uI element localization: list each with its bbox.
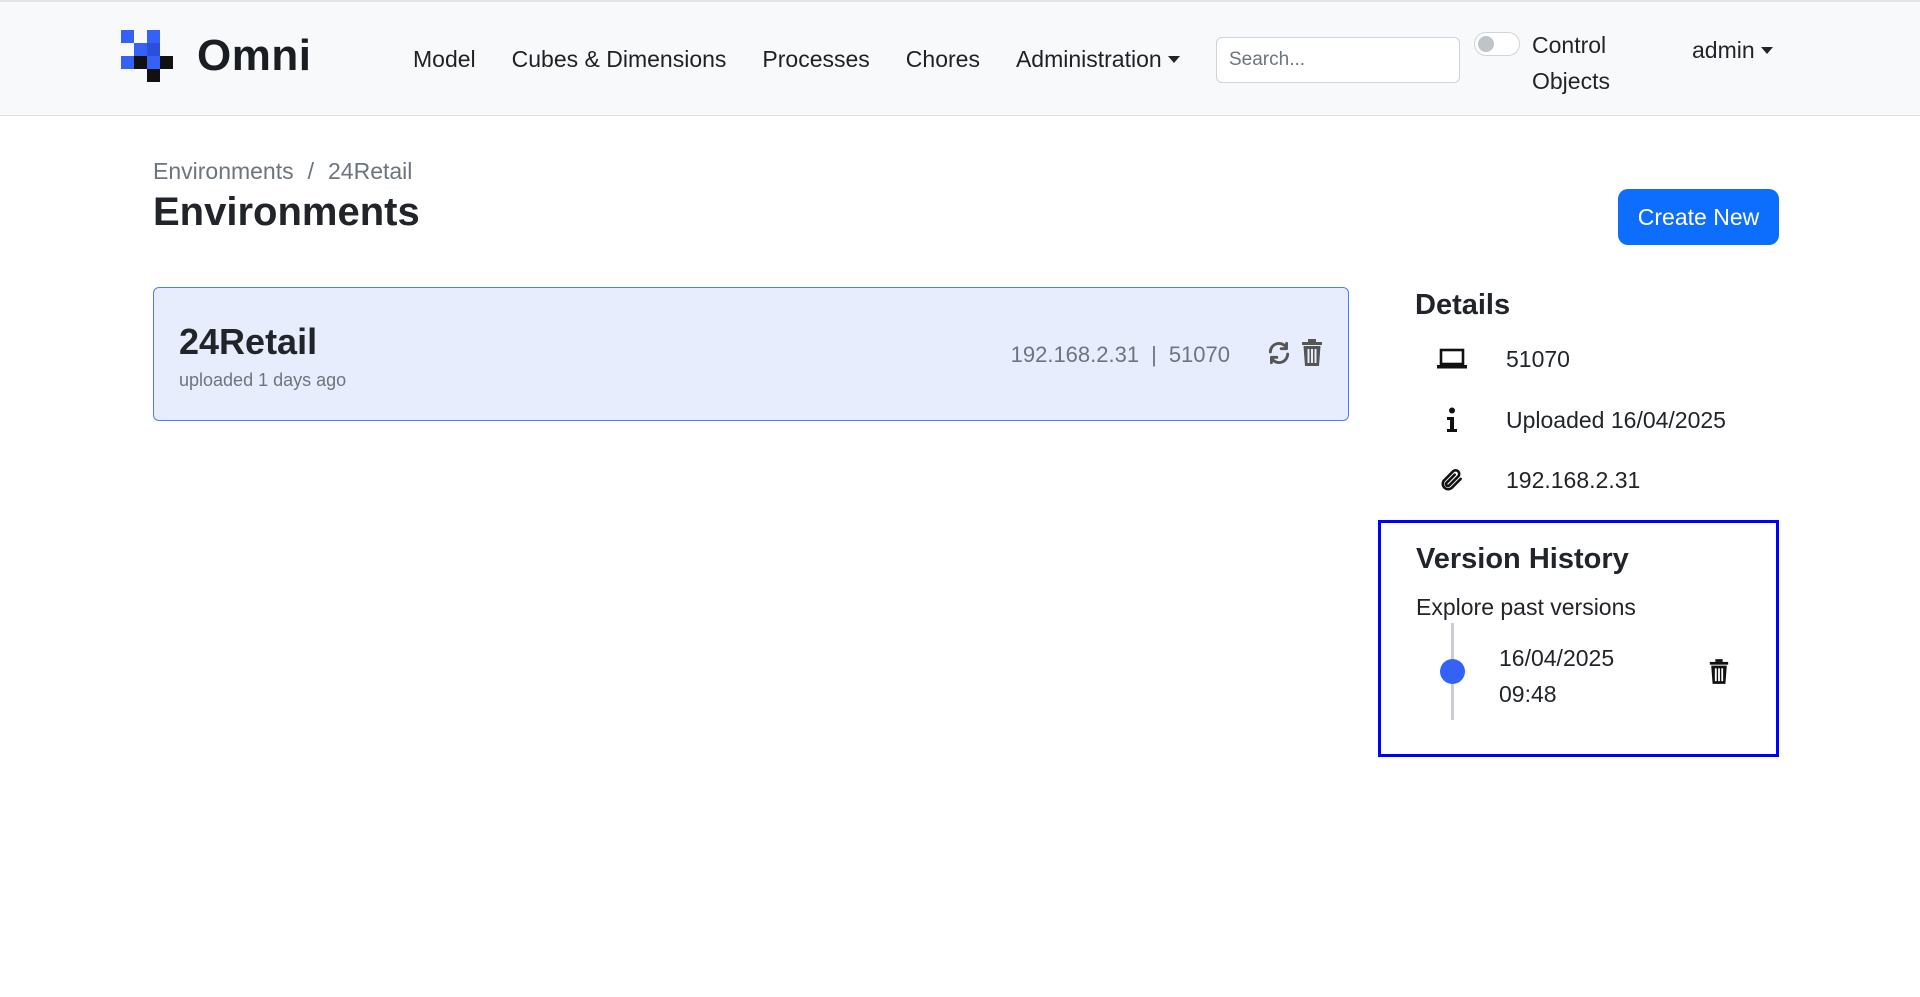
nav-administration-dropdown[interactable]: Administration [1016, 46, 1180, 73]
trash-icon[interactable] [1708, 659, 1730, 690]
meta-separator: | [1151, 342, 1157, 367]
info-icon [1436, 404, 1468, 436]
main-nav: Model Cubes & Dimensions Processes Chore… [413, 46, 1216, 73]
timeline-dot[interactable] [1440, 659, 1465, 684]
version-history-subtitle: Explore past versions [1416, 594, 1636, 620]
details-title: Details [1415, 289, 1511, 321]
search-input[interactable] [1216, 37, 1460, 83]
nav-cubes-dimensions[interactable]: Cubes & Dimensions [512, 46, 727, 73]
user-menu-dropdown[interactable]: admin [1692, 37, 1773, 64]
control-objects-toggle[interactable] [1474, 32, 1520, 56]
toggle-knob [1478, 36, 1494, 52]
detail-host-row: 192.168.2.31 [1436, 464, 1640, 496]
version-time: 09:48 [1499, 681, 1557, 707]
breadcrumb-current: 24Retail [328, 158, 413, 184]
version-history-panel: Version History Explore past versions 16… [1378, 520, 1779, 757]
caret-down-icon [1760, 47, 1773, 54]
version-item[interactable]: 16/04/2025 09:48 [1499, 640, 1649, 712]
user-name: admin [1692, 37, 1755, 63]
environment-name: 24Retail [179, 321, 318, 362]
refresh-icon[interactable] [1266, 340, 1292, 371]
control-objects-label: Control Objects [1532, 32, 1610, 94]
page-title: Environments [153, 190, 420, 234]
trash-icon[interactable] [1300, 339, 1324, 372]
nav-processes[interactable]: Processes [762, 46, 869, 73]
brand[interactable]: Omni [121, 30, 311, 82]
environment-host: 192.168.2.31 [1010, 342, 1140, 367]
nav-model[interactable]: Model [413, 46, 476, 73]
omni-logo-icon [121, 30, 173, 82]
version-date: 16/04/2025 [1499, 645, 1615, 671]
detail-port: 51070 [1506, 345, 1570, 372]
nav-administration-label: Administration [1015, 46, 1162, 72]
version-history-title: Version History [1416, 543, 1629, 575]
laptop-icon [1436, 343, 1468, 375]
breadcrumb: Environments / 24Retail [153, 158, 412, 185]
environment-uploaded: uploaded 1 days ago [179, 370, 347, 390]
create-new-button[interactable]: Create New [1618, 189, 1779, 245]
detail-host: 192.168.2.31 [1506, 466, 1641, 493]
environment-card[interactable]: 24Retail uploaded 1 days ago 192.168.2.3… [153, 287, 1349, 421]
top-navbar: Omni Model Cubes & Dimensions Processes … [0, 0, 1920, 116]
breadcrumb-environments[interactable]: Environments [153, 158, 294, 185]
brand-name: Omni [197, 31, 312, 80]
environment-port: 51070 [1168, 342, 1230, 367]
nav-chores[interactable]: Chores [906, 46, 980, 73]
caret-down-icon [1167, 56, 1180, 63]
detail-port-row: 51070 [1436, 343, 1570, 375]
detail-uploaded-row: Uploaded 16/04/2025 [1436, 404, 1726, 436]
breadcrumb-separator: / [307, 158, 315, 184]
paperclip-icon [1436, 464, 1468, 496]
environment-connection: 192.168.2.31 | 51070 [1011, 342, 1230, 368]
detail-uploaded: Uploaded 16/04/2025 [1506, 406, 1726, 433]
